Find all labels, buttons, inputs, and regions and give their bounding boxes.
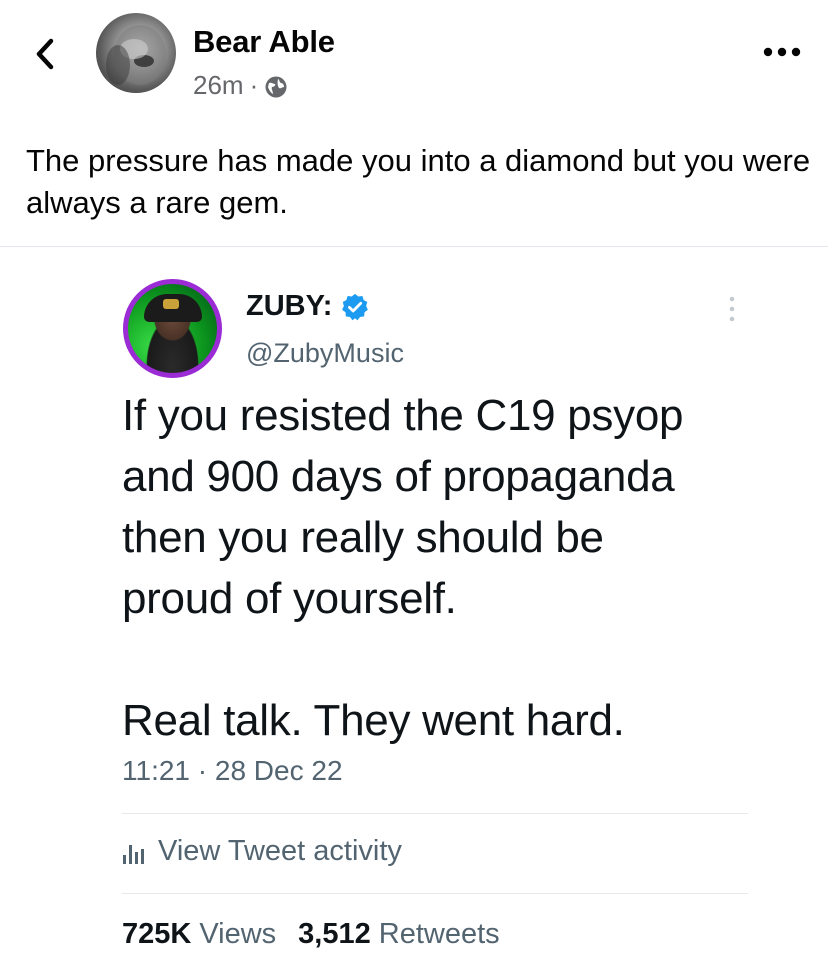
retweets-count: 3,512 — [298, 918, 371, 950]
tweet-options — [722, 294, 742, 324]
retweets-stat: 3,512 Retweets — [298, 918, 499, 951]
avatar-cap-logo — [163, 299, 179, 309]
tweet-line: then you really should be — [122, 513, 604, 562]
avatar-image — [106, 25, 166, 85]
post-header: Bear Able 26m · — [0, 0, 828, 110]
tweet-activity-label: View Tweet activity — [158, 835, 402, 867]
tweet-line: Real talk. They went hard. — [122, 696, 625, 745]
back-button[interactable] — [28, 34, 62, 74]
views-stat: 725K Views — [122, 918, 276, 951]
tweet-text: If you resisted the C19 psyop and 900 da… — [122, 385, 762, 751]
tweet-line: and 900 days of propaganda — [122, 452, 675, 501]
author-name[interactable]: Bear Able — [193, 24, 335, 60]
tweet-stats: 725K Views 3,512 Retweets — [122, 918, 522, 951]
tweet-author-avatar — [123, 279, 222, 378]
divider — [0, 246, 828, 247]
author-avatar[interactable] — [96, 13, 176, 93]
tweet-display-name-row: ZUBY: — [246, 290, 370, 323]
tweet-paragraph-gap — [122, 629, 762, 690]
post-meta: 26m · — [193, 70, 288, 101]
verified-badge-icon — [342, 293, 369, 320]
back-chevron-icon — [36, 38, 54, 70]
tweet-timestamp: 11:21 · 28 Dec 22 — [122, 755, 343, 786]
more-dots-icon — [763, 47, 801, 57]
views-count: 725K — [122, 918, 192, 950]
tweet-line: If you resisted the C19 psyop — [122, 391, 684, 440]
retweets-label: Retweets — [378, 918, 500, 950]
vertical-dots-icon — [729, 296, 735, 322]
tweet-divider — [122, 813, 748, 814]
globe-icon[interactable] — [264, 75, 288, 99]
tweet-line: proud of yourself. — [122, 574, 457, 623]
post-options-button[interactable] — [758, 40, 806, 64]
meta-separator: · — [249, 70, 259, 100]
post-time[interactable]: 26m — [193, 70, 244, 101]
tweet-divider — [122, 893, 748, 894]
post-caption: The pressure has made you into a diamond… — [26, 143, 811, 220]
analytics-bars-icon — [123, 844, 144, 864]
views-label: Views — [199, 918, 277, 950]
tweet-display-name: ZUBY: — [246, 290, 333, 322]
tweet-activity-link: View Tweet activity — [122, 835, 402, 868]
tweet-handle: @ZubyMusic — [246, 338, 404, 368]
